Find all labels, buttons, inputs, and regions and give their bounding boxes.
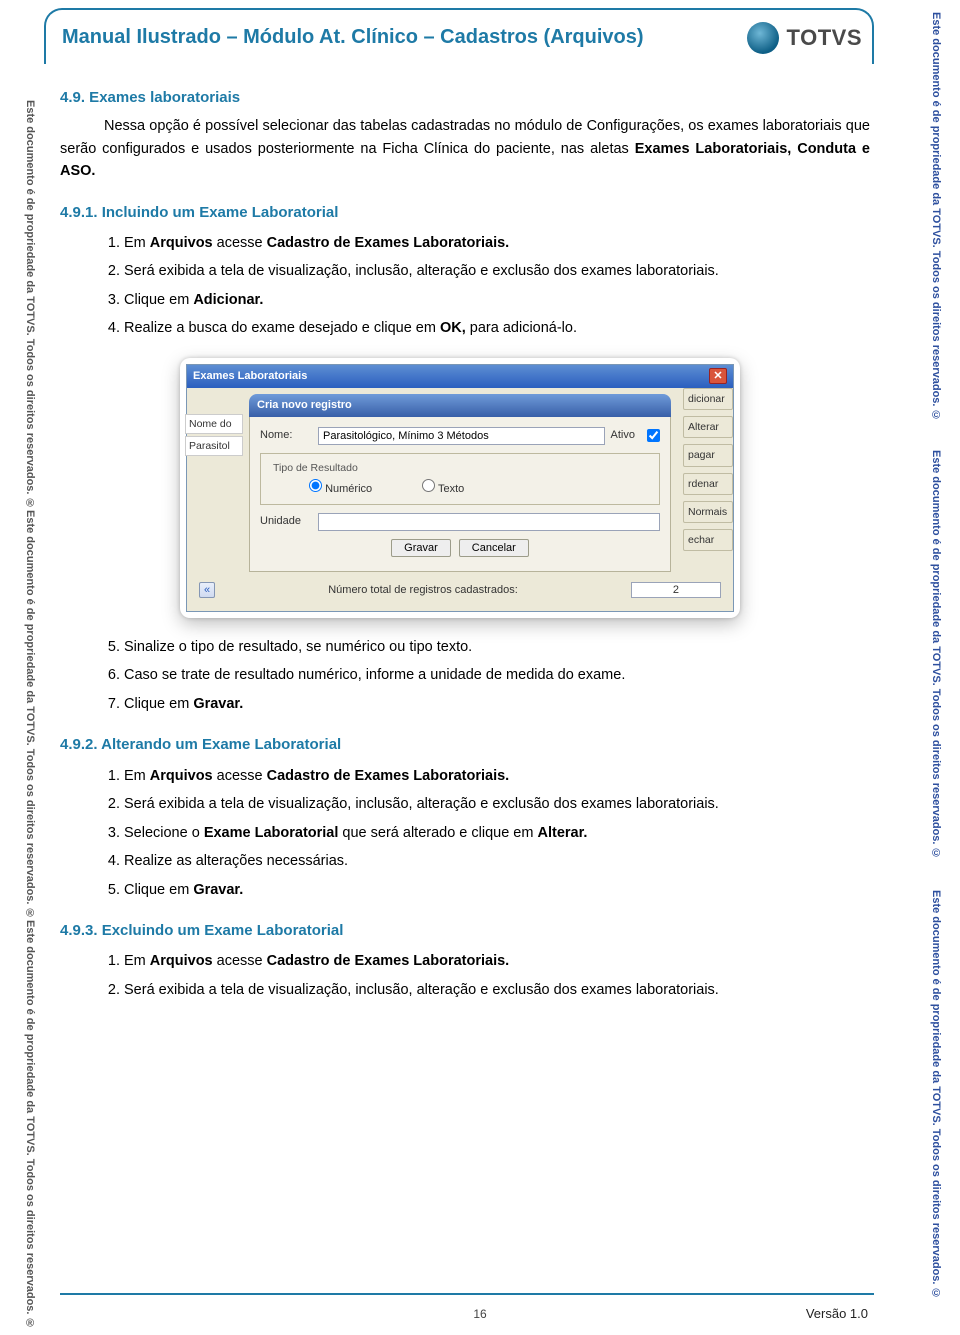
- side-button[interactable]: pagar: [683, 444, 733, 466]
- list-item: Realize as alterações necessárias.: [124, 850, 870, 872]
- close-icon[interactable]: ✕: [709, 368, 727, 384]
- section-4-9-heading: 4.9. Exames laboratoriais: [60, 86, 870, 109]
- status-label: Número total de registros cadastrados:: [328, 582, 518, 599]
- watermark-right: Este documento é de propriedade da TOTVS…: [930, 12, 942, 422]
- nome-label: Nome:: [260, 427, 312, 444]
- ativo-checkbox[interactable]: [647, 429, 660, 442]
- page-title: Manual Ilustrado – Módulo At. Clínico – …: [62, 26, 644, 49]
- background-list: Nome do Parasitol: [185, 414, 243, 459]
- side-button[interactable]: Normais: [683, 501, 733, 523]
- steps-492: Em Arquivos acesse Cadastro de Exames La…: [124, 765, 870, 901]
- dialog-title: Cria novo registro: [249, 394, 671, 417]
- list-item: Será exibida a tela de visualização, inc…: [124, 979, 870, 1001]
- side-button[interactable]: Alterar: [683, 416, 733, 438]
- version-label: Versão 1.0: [806, 1306, 868, 1321]
- nome-input[interactable]: [318, 427, 605, 445]
- gravar-button[interactable]: Gravar: [391, 539, 451, 557]
- side-buttons: dicionar Alterar pagar rdenar Normais echar: [683, 388, 733, 552]
- list-item: Sinalize o tipo de resultado, se numéric…: [124, 636, 870, 658]
- section-4-9-1-heading: 4.9.1. Incluindo um Exame Laboratorial: [60, 201, 870, 224]
- steps-493: Em Arquivos acesse Cadastro de Exames La…: [124, 950, 870, 1001]
- first-record-icon[interactable]: «: [199, 582, 215, 598]
- totvs-logo-icon: [747, 22, 779, 54]
- list-item: Parasitol: [185, 436, 243, 456]
- list-item: Em Arquivos acesse Cadastro de Exames La…: [124, 232, 870, 254]
- embedded-screenshot: Exames Laboratoriais ✕ Nome do Parasitol…: [180, 358, 740, 618]
- cancelar-button[interactable]: Cancelar: [459, 539, 529, 557]
- steps-491-b: Sinalize o tipo de resultado, se numéric…: [124, 636, 870, 715]
- watermark-right: Este documento é de propriedade da TOTVS…: [930, 450, 942, 860]
- list-item: Selecione o Exame Laboratorial que será …: [124, 822, 870, 844]
- record-count: 2: [631, 582, 721, 598]
- ativo-label: Ativo: [611, 427, 635, 444]
- radio-texto[interactable]: Texto: [422, 479, 464, 498]
- side-button[interactable]: echar: [683, 529, 733, 551]
- side-button[interactable]: rdenar: [683, 473, 733, 495]
- unidade-input[interactable]: [318, 513, 660, 531]
- logo: TOTVS: [747, 22, 862, 54]
- watermark-left: Este documento é de propriedade da TOTVS…: [24, 920, 36, 1330]
- list-item: Realize a busca do exame desejado e cliq…: [124, 317, 870, 339]
- list-item: Caso se trate de resultado numérico, inf…: [124, 664, 870, 686]
- radio-numerico[interactable]: Numérico: [309, 479, 372, 498]
- watermark-left: Este documento é de propriedade da TOTVS…: [24, 510, 36, 920]
- list-item: Será exibida a tela de visualização, inc…: [124, 793, 870, 815]
- logo-text: TOTVS: [787, 25, 862, 51]
- footer-divider: [60, 1293, 874, 1295]
- watermark-left: Este documento é de propriedade da TOTVS…: [24, 100, 36, 510]
- section-4-9-2-heading: 4.9.2. Alterando um Exame Laboratorial: [60, 733, 870, 756]
- list-item: Clique em Gravar.: [124, 879, 870, 901]
- unidade-label: Unidade: [260, 513, 312, 530]
- tipo-resultado-label: Tipo de Resultado: [269, 460, 362, 476]
- window-title: Exames Laboratoriais: [193, 368, 307, 385]
- watermark-right: Este documento é de propriedade da TOTVS…: [930, 890, 942, 1300]
- side-button[interactable]: dicionar: [683, 388, 733, 410]
- steps-491-a: Em Arquivos acesse Cadastro de Exames La…: [124, 232, 870, 340]
- list-item: Clique em Gravar.: [124, 693, 870, 715]
- list-item: Será exibida a tela de visualização, inc…: [124, 260, 870, 282]
- list-item: Em Arquivos acesse Cadastro de Exames La…: [124, 765, 870, 787]
- list-item: Clique em Adicionar.: [124, 289, 870, 311]
- section-4-9-3-heading: 4.9.3. Excluindo um Exame Laboratorial: [60, 919, 870, 942]
- list-header: Nome do: [185, 414, 243, 434]
- section-4-9-paragraph: Nessa opção é possível selecionar das ta…: [60, 115, 870, 182]
- list-item: Em Arquivos acesse Cadastro de Exames La…: [124, 950, 870, 972]
